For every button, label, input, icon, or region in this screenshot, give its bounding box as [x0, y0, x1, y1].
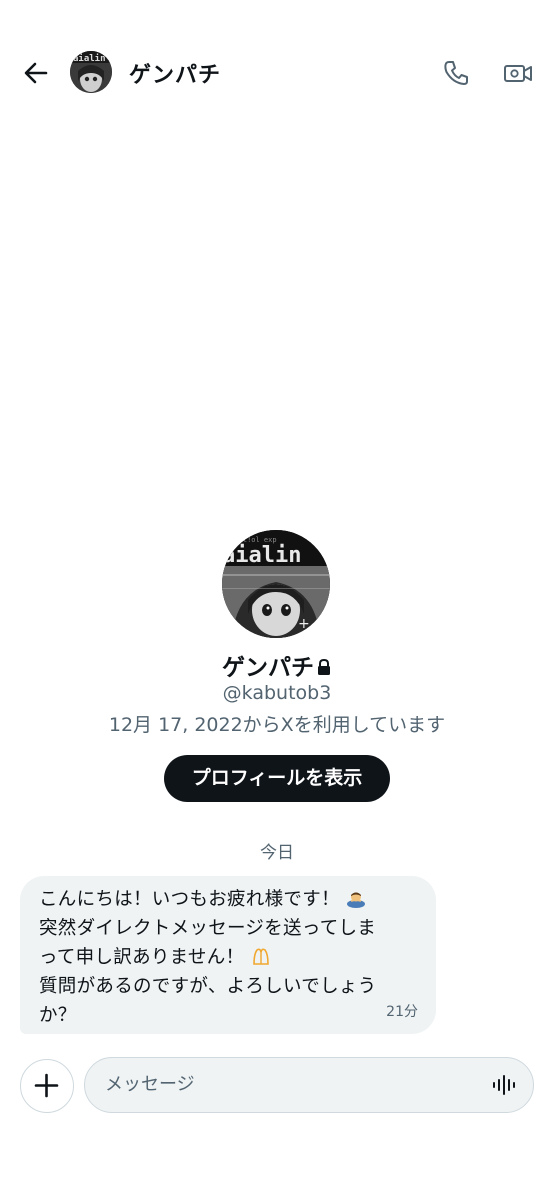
message-bubble[interactable]: こんにちは！いつもお疲れ様です！ 突然ダイレクトメッセージを送ってしま って申し訳… [20, 876, 436, 1034]
view-profile-button[interactable]: プロフィールを表示 [164, 755, 390, 802]
date-divider: 今日 [260, 843, 294, 863]
profile-name-text: ゲンパチ [222, 655, 314, 681]
svg-text:aialin: aialin [73, 53, 106, 64]
dm-conversation-screen: aialin ゲンパチ rcept!ol exp aialin + ゲンパチ @… [0, 0, 554, 1200]
svg-text:aialin: aialin [222, 543, 301, 568]
voice-message-icon[interactable] [491, 1072, 517, 1098]
phone-icon[interactable] [441, 58, 471, 88]
man-bowing-emoji-icon [347, 892, 365, 908]
profile-avatar[interactable]: rcept!ol exp aialin + [222, 530, 330, 638]
plus-icon [34, 1073, 59, 1098]
message-timestamp: 21分 [386, 1004, 418, 1020]
message-line: 質問があるのですが、よろしいでしょう [39, 976, 377, 997]
profile-handle: @kabutob3 [222, 682, 332, 704]
message-text: こんにちは！いつもお疲れ様です！ 突然ダイレクトメッセージを送ってしま って申し訳… [39, 885, 418, 1030]
add-media-button[interactable] [20, 1059, 74, 1113]
message-line: か？ [39, 1005, 77, 1026]
back-arrow-icon[interactable] [22, 59, 50, 87]
video-call-icon[interactable] [502, 58, 534, 88]
message-line: って申し訳ありません！ [39, 947, 245, 968]
header-title[interactable]: ゲンパチ [129, 57, 221, 89]
lock-icon [318, 658, 330, 675]
header-avatar[interactable]: aialin [70, 51, 112, 93]
message-line: こんにちは！いつもお疲れ様です！ [39, 889, 340, 910]
profile-name: ゲンパチ [0, 648, 554, 682]
svg-text:+: + [298, 616, 310, 632]
message-input[interactable] [105, 1058, 485, 1111]
message-composer [84, 1057, 534, 1113]
conversation-header: aialin ゲンパチ [0, 36, 554, 108]
hands-pressed-emoji-icon [252, 948, 269, 965]
message-line: 突然ダイレクトメッセージを送ってしま [39, 918, 377, 939]
profile-joined-date: 12月 17, 2022からXを利用しています [108, 714, 446, 736]
